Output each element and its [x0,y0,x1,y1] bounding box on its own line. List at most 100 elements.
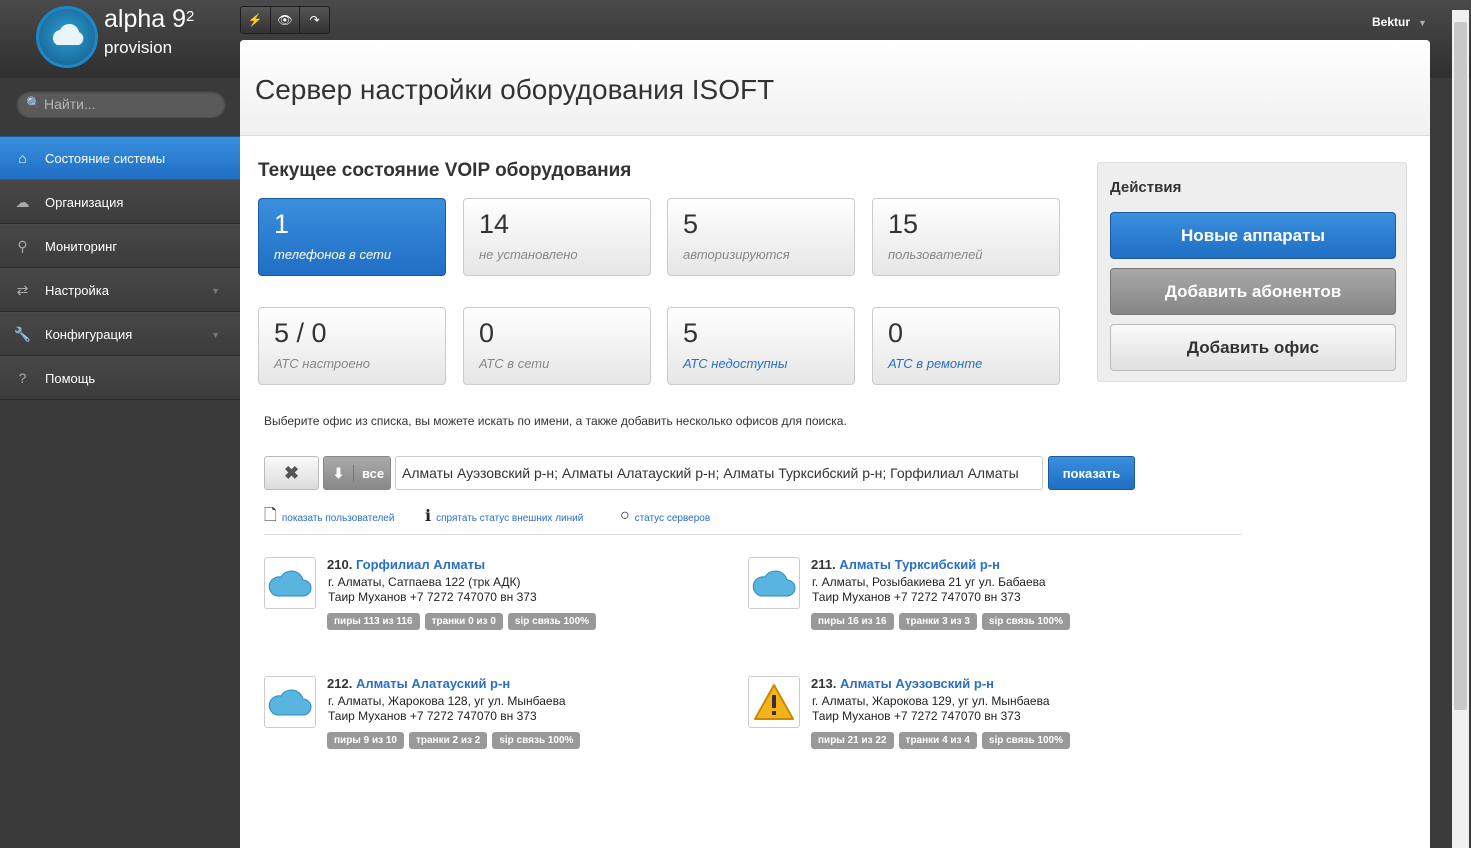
office-badges: пиры 113 из 116 транки 0 из 0 sip связь … [327,613,597,630]
peers-badge: пиры 9 из 10 [327,732,404,749]
sip-badge: sip связь 100% [507,613,597,630]
stat-tile-phones-online[interactable]: 1 телефонов в сети [258,198,446,276]
sidebar: 🔍 ⌂ Состояние системы ☁ Организация ⚲ Мо… [0,78,240,848]
sidebar-item-label: Состояние системы [45,150,166,166]
trunks-badge: транки 0 из 0 [424,613,503,630]
stat-label[interactable]: АТС недоступны [683,356,787,371]
stat-label: АТС в сети [479,356,550,371]
bolt-icon[interactable]: ⚡ [241,7,271,33]
sidebar-item-monitoring[interactable]: ⚲ Мониторинг [0,224,240,268]
show-button[interactable]: показать [1048,456,1135,490]
stat-tile-pbx-configured[interactable]: 5 / 0 АТС настроено [258,307,446,385]
cloud-icon [264,557,316,609]
sidebar-item-settings[interactable]: ⇄ Настройка ▼ [0,268,240,312]
trunks-badge: транки 2 из 2 [408,732,488,749]
search-box[interactable]: 🔍 [16,90,226,118]
warning-icon [748,676,800,728]
page-header: Сервер настройки оборудования ISOFT [240,40,1430,136]
wrench-icon: 🔧 [13,325,32,342]
document-icon: 🗋 [264,507,277,524]
office-badges: пиры 21 из 22 транки 4 из 4 sip связь 10… [811,732,1071,749]
link-label: спрятать статус внешних линий [436,513,584,524]
server-status-link[interactable]: ○ статус серверов [620,507,711,525]
office-address: г. Алматы, Сатпаева 122 (трк АДК) [328,575,521,589]
sidebar-item-system-status[interactable]: ⌂ Состояние системы [0,136,240,180]
stat-value: 5 [683,318,699,348]
stat-tile-pbx-online[interactable]: 0 АТС в сети [463,307,651,385]
user-menu[interactable]: Bektur ▼ [1372,15,1427,29]
stat-tile-users[interactable]: 15 пользователей [872,198,1060,276]
stat-tile-pbx-repair[interactable]: 0 АТС в ремонте [872,307,1060,385]
sidebar-item-help[interactable]: ? Помощь [0,356,240,400]
scrollbar[interactable] [1452,10,1469,848]
office-search-input[interactable] [395,456,1043,490]
clear-button[interactable]: ✖ [264,456,319,490]
office-name-link[interactable]: Алматы Ауэзовский р-н [840,676,994,691]
office-number: 210. [327,557,353,572]
show-users-link[interactable]: 🗋 показать пользователей [264,507,395,525]
add-office-button[interactable]: Добавить офис [1110,324,1396,371]
eye-icon[interactable]: 👁 [271,7,301,33]
user-name: Bektur [1372,15,1411,29]
actions-panel: Действия Новые аппараты Добавить абонент… [1097,162,1407,382]
search-icon: 🔍 [26,96,41,110]
stat-label: телефонов в сети [274,247,392,262]
sip-badge: sip связь 100% [981,732,1071,749]
office-card: 211. Алматы Турксибский р-н г. Алматы, Р… [748,557,1168,647]
comment-icon: ○ [620,507,630,524]
trunks-badge: транки 4 из 4 [898,732,977,749]
new-devices-button[interactable]: Новые аппараты [1110,212,1396,259]
stat-value: 1 [274,209,290,239]
stat-label: не установлено [479,247,578,262]
cloud-icon: ☁ [15,193,30,210]
trunks-badge: транки 3 из 3 [898,613,977,630]
office-card: 213. Алматы Ауэзовский р-н г. Алматы, Жа… [748,676,1168,766]
add-subscribers-button[interactable]: Добавить абонентов [1110,268,1396,315]
sip-badge: sip связь 100% [981,613,1071,630]
office-contact: Таир Муханов +7 7272 747070 вн 373 [812,709,1021,723]
stat-tile-pbx-unavailable[interactable]: 5 АТС недоступны [667,307,855,385]
stat-value: 0 [479,318,495,348]
office-title: 213. Алматы Ауэзовский р-н [811,676,994,691]
office-contact: Таир Муханов +7 7272 747070 вн 373 [328,590,537,604]
stat-label: пользователей [888,247,983,262]
stat-label[interactable]: АТС в ремонте [888,356,982,371]
office-card: 212. Алматы Алатауский р-н г. Алматы, Жа… [264,676,684,766]
main-content: Сервер настройки оборудования ISOFT Теку… [240,40,1430,848]
sidebar-item-configuration[interactable]: 🔧 Конфигурация ▼ [0,312,240,356]
scrollbar-thumb[interactable] [1454,22,1467,710]
stat-value: 14 [479,209,510,239]
link-label: статус серверов [634,513,711,524]
office-number: 212. [327,676,353,691]
search-input[interactable] [44,94,214,114]
logo-cloud-icon [36,6,98,68]
chevron-down-icon: ▼ [211,286,220,296]
section-title: Текущее состояние VOIP оборудования [258,160,632,181]
chevron-down-icon: ▼ [211,330,220,340]
office-contact: Таир Муханов +7 7272 747070 вн 373 [328,709,537,723]
sidebar-item-label: Организация [45,194,124,210]
home-icon: ⌂ [18,150,27,166]
stat-tile-authorizing[interactable]: 5 авторизируются [667,198,855,276]
select-all-label: все [362,465,385,481]
sip-badge: sip связь 100% [492,732,581,749]
hide-external-lines-link[interactable]: i спрятать статус внешних линий [425,508,584,525]
office-name-link[interactable]: Алматы Турксибский р-н [839,557,1000,572]
office-badges: пиры 9 из 10 транки 2 из 2 sip связь 100… [327,732,581,749]
peers-badge: пиры 16 из 16 [811,613,894,630]
sidebar-item-organization[interactable]: ☁ Организация [0,180,240,224]
sidebar-item-label: Конфигурация [45,326,133,342]
redo-icon[interactable]: ↷ [300,7,329,33]
logo-subtitle: provision [104,38,173,57]
link-label: показать пользователей [281,513,395,524]
office-address: г. Алматы, Розыбакиева 21 уг ул. Бабаева [812,575,1046,589]
cloud-icon [748,557,800,609]
sidebar-item-label: Настройка [45,282,109,298]
refresh-icon: ⇄ [16,281,29,298]
stat-tile-not-installed[interactable]: 14 не установлено [463,198,651,276]
stat-label: АТС настроено [274,356,370,371]
office-name-link[interactable]: Алматы Алатауский р-н [356,676,510,691]
office-name-link[interactable]: Горфилиал Алматы [356,557,485,572]
select-all-button[interactable]: ⬇ все [323,456,391,490]
peers-badge: пиры 21 из 22 [811,732,894,749]
